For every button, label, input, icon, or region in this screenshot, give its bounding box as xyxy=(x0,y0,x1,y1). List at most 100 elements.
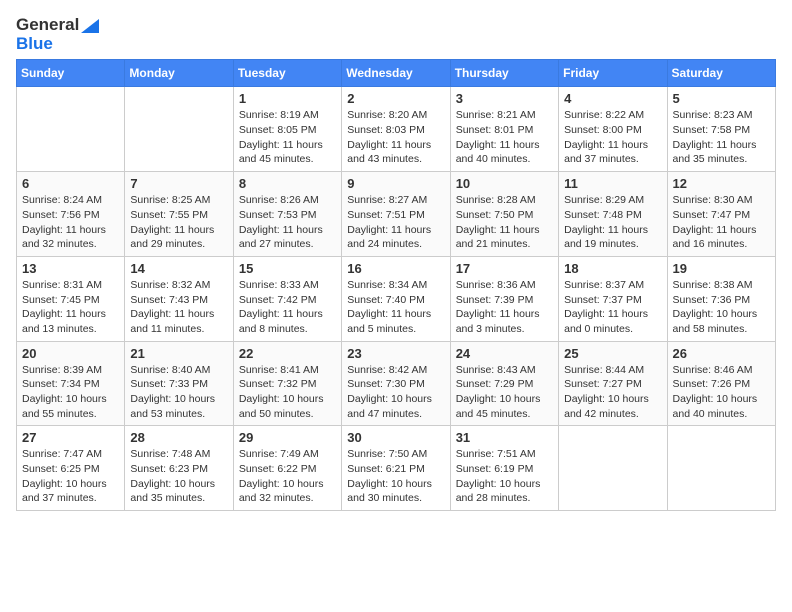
day-number: 14 xyxy=(130,261,227,276)
calendar-cell: 26 Sunrise: 8:46 AM Sunset: 7:26 PM Dayli… xyxy=(667,341,775,426)
calendar-header-friday: Friday xyxy=(559,60,667,87)
calendar-cell: 15 Sunrise: 8:33 AM Sunset: 7:42 PM Dayli… xyxy=(233,256,341,341)
day-number: 11 xyxy=(564,176,661,191)
calendar-week-row: 1 Sunrise: 8:19 AM Sunset: 8:05 PM Daylig… xyxy=(17,87,776,172)
calendar-cell: 29Sunrise: 7:49 AM Sunset: 6:22 PM Dayli… xyxy=(233,426,341,511)
logo: General Blue xyxy=(16,16,99,53)
day-number: 21 xyxy=(130,346,227,361)
day-info: Sunrise: 8:36 AM Sunset: 7:39 PM Dayligh… xyxy=(456,278,553,337)
calendar-cell: 22 Sunrise: 8:41 AM Sunset: 7:32 PM Dayli… xyxy=(233,341,341,426)
day-number: 3 xyxy=(456,91,553,106)
calendar-cell: 5 Sunrise: 8:23 AM Sunset: 7:58 PM Daylig… xyxy=(667,87,775,172)
calendar-cell: 20 Sunrise: 8:39 AM Sunset: 7:34 PM Dayli… xyxy=(17,341,125,426)
logo-text: General Blue xyxy=(16,16,99,53)
day-number: 4 xyxy=(564,91,661,106)
calendar-cell: 27 Sunrise: 7:47 AM Sunset: 6:25 PM Dayli… xyxy=(17,426,125,511)
day-info: Sunrise: 8:44 AM Sunset: 7:27 PM Dayligh… xyxy=(564,363,661,422)
day-info: Sunrise: 7:50 AM Sunset: 6:21 PM Dayligh… xyxy=(347,447,444,506)
day-info: Sunrise: 8:38 AM Sunset: 7:36 PM Dayligh… xyxy=(673,278,770,337)
calendar-cell: 13Sunrise: 8:31 AM Sunset: 7:45 PM Dayli… xyxy=(17,256,125,341)
day-info: Sunrise: 8:42 AM Sunset: 7:30 PM Dayligh… xyxy=(347,363,444,422)
calendar-week-row: 6 Sunrise: 8:24 AM Sunset: 7:56 PM Daylig… xyxy=(17,172,776,257)
day-info: Sunrise: 8:23 AM Sunset: 7:58 PM Dayligh… xyxy=(673,108,770,167)
day-info: Sunrise: 8:19 AM Sunset: 8:05 PM Dayligh… xyxy=(239,108,336,167)
calendar-table: SundayMondayTuesdayWednesdayThursdayFrid… xyxy=(16,59,776,511)
page-header: General Blue xyxy=(16,16,776,53)
day-number: 9 xyxy=(347,176,444,191)
day-info: Sunrise: 8:46 AM Sunset: 7:26 PM Dayligh… xyxy=(673,363,770,422)
calendar-cell: 17 Sunrise: 8:36 AM Sunset: 7:39 PM Dayli… xyxy=(450,256,558,341)
calendar-header-thursday: Thursday xyxy=(450,60,558,87)
day-info: Sunrise: 8:39 AM Sunset: 7:34 PM Dayligh… xyxy=(22,363,119,422)
day-info: Sunrise: 7:51 AM Sunset: 6:19 PM Dayligh… xyxy=(456,447,553,506)
calendar-header-tuesday: Tuesday xyxy=(233,60,341,87)
calendar-cell: 10 Sunrise: 8:28 AM Sunset: 7:50 PM Dayli… xyxy=(450,172,558,257)
calendar-cell xyxy=(559,426,667,511)
day-info: Sunrise: 8:31 AM Sunset: 7:45 PM Dayligh… xyxy=(22,278,119,337)
day-number: 23 xyxy=(347,346,444,361)
day-info: Sunrise: 8:27 AM Sunset: 7:51 PM Dayligh… xyxy=(347,193,444,252)
calendar-cell: 21 Sunrise: 8:40 AM Sunset: 7:33 PM Dayli… xyxy=(125,341,233,426)
calendar-cell: 1 Sunrise: 8:19 AM Sunset: 8:05 PM Daylig… xyxy=(233,87,341,172)
day-number: 25 xyxy=(564,346,661,361)
day-number: 10 xyxy=(456,176,553,191)
day-info: Sunrise: 8:21 AM Sunset: 8:01 PM Dayligh… xyxy=(456,108,553,167)
calendar-week-row: 13Sunrise: 8:31 AM Sunset: 7:45 PM Dayli… xyxy=(17,256,776,341)
day-info: Sunrise: 8:25 AM Sunset: 7:55 PM Dayligh… xyxy=(130,193,227,252)
calendar-cell: 24 Sunrise: 8:43 AM Sunset: 7:29 PM Dayli… xyxy=(450,341,558,426)
day-number: 12 xyxy=(673,176,770,191)
calendar-cell: 12 Sunrise: 8:30 AM Sunset: 7:47 PM Dayli… xyxy=(667,172,775,257)
logo-arrow-icon xyxy=(81,19,99,33)
calendar-cell: 18 Sunrise: 8:37 AM Sunset: 7:37 PM Dayli… xyxy=(559,256,667,341)
calendar-cell: 6 Sunrise: 8:24 AM Sunset: 7:56 PM Daylig… xyxy=(17,172,125,257)
day-number: 17 xyxy=(456,261,553,276)
calendar-cell xyxy=(125,87,233,172)
day-number: 7 xyxy=(130,176,227,191)
day-info: Sunrise: 8:22 AM Sunset: 8:00 PM Dayligh… xyxy=(564,108,661,167)
day-number: 15 xyxy=(239,261,336,276)
calendar-cell: 3 Sunrise: 8:21 AM Sunset: 8:01 PM Daylig… xyxy=(450,87,558,172)
day-info: Sunrise: 7:47 AM Sunset: 6:25 PM Dayligh… xyxy=(22,447,119,506)
day-info: Sunrise: 8:24 AM Sunset: 7:56 PM Dayligh… xyxy=(22,193,119,252)
day-number: 27 xyxy=(22,430,119,445)
day-number: 20 xyxy=(22,346,119,361)
calendar-cell: 28 Sunrise: 7:48 AM Sunset: 6:23 PM Dayli… xyxy=(125,426,233,511)
day-info: Sunrise: 8:33 AM Sunset: 7:42 PM Dayligh… xyxy=(239,278,336,337)
calendar-cell xyxy=(667,426,775,511)
day-info: Sunrise: 8:34 AM Sunset: 7:40 PM Dayligh… xyxy=(347,278,444,337)
day-info: Sunrise: 7:48 AM Sunset: 6:23 PM Dayligh… xyxy=(130,447,227,506)
day-info: Sunrise: 7:49 AM Sunset: 6:22 PM Dayligh… xyxy=(239,447,336,506)
day-number: 24 xyxy=(456,346,553,361)
day-number: 28 xyxy=(130,430,227,445)
calendar-week-row: 20 Sunrise: 8:39 AM Sunset: 7:34 PM Dayli… xyxy=(17,341,776,426)
calendar-header-sunday: Sunday xyxy=(17,60,125,87)
day-info: Sunrise: 8:43 AM Sunset: 7:29 PM Dayligh… xyxy=(456,363,553,422)
day-number: 30 xyxy=(347,430,444,445)
day-number: 1 xyxy=(239,91,336,106)
calendar-cell: 19Sunrise: 8:38 AM Sunset: 7:36 PM Dayli… xyxy=(667,256,775,341)
calendar-cell: 25 Sunrise: 8:44 AM Sunset: 7:27 PM Dayli… xyxy=(559,341,667,426)
calendar-cell xyxy=(17,87,125,172)
day-number: 6 xyxy=(22,176,119,191)
day-number: 22 xyxy=(239,346,336,361)
day-info: Sunrise: 8:20 AM Sunset: 8:03 PM Dayligh… xyxy=(347,108,444,167)
calendar-cell: 2 Sunrise: 8:20 AM Sunset: 8:03 PM Daylig… xyxy=(342,87,450,172)
day-number: 18 xyxy=(564,261,661,276)
day-info: Sunrise: 8:28 AM Sunset: 7:50 PM Dayligh… xyxy=(456,193,553,252)
day-number: 16 xyxy=(347,261,444,276)
day-info: Sunrise: 8:37 AM Sunset: 7:37 PM Dayligh… xyxy=(564,278,661,337)
day-info: Sunrise: 8:32 AM Sunset: 7:43 PM Dayligh… xyxy=(130,278,227,337)
calendar-cell: 4 Sunrise: 8:22 AM Sunset: 8:00 PM Daylig… xyxy=(559,87,667,172)
calendar-header-wednesday: Wednesday xyxy=(342,60,450,87)
day-info: Sunrise: 8:41 AM Sunset: 7:32 PM Dayligh… xyxy=(239,363,336,422)
day-number: 8 xyxy=(239,176,336,191)
day-number: 2 xyxy=(347,91,444,106)
day-info: Sunrise: 8:30 AM Sunset: 7:47 PM Dayligh… xyxy=(673,193,770,252)
day-number: 26 xyxy=(673,346,770,361)
day-number: 5 xyxy=(673,91,770,106)
day-number: 31 xyxy=(456,430,553,445)
day-info: Sunrise: 8:29 AM Sunset: 7:48 PM Dayligh… xyxy=(564,193,661,252)
calendar-cell: 31 Sunrise: 7:51 AM Sunset: 6:19 PM Dayli… xyxy=(450,426,558,511)
calendar-cell: 7 Sunrise: 8:25 AM Sunset: 7:55 PM Daylig… xyxy=(125,172,233,257)
day-info: Sunrise: 8:40 AM Sunset: 7:33 PM Dayligh… xyxy=(130,363,227,422)
